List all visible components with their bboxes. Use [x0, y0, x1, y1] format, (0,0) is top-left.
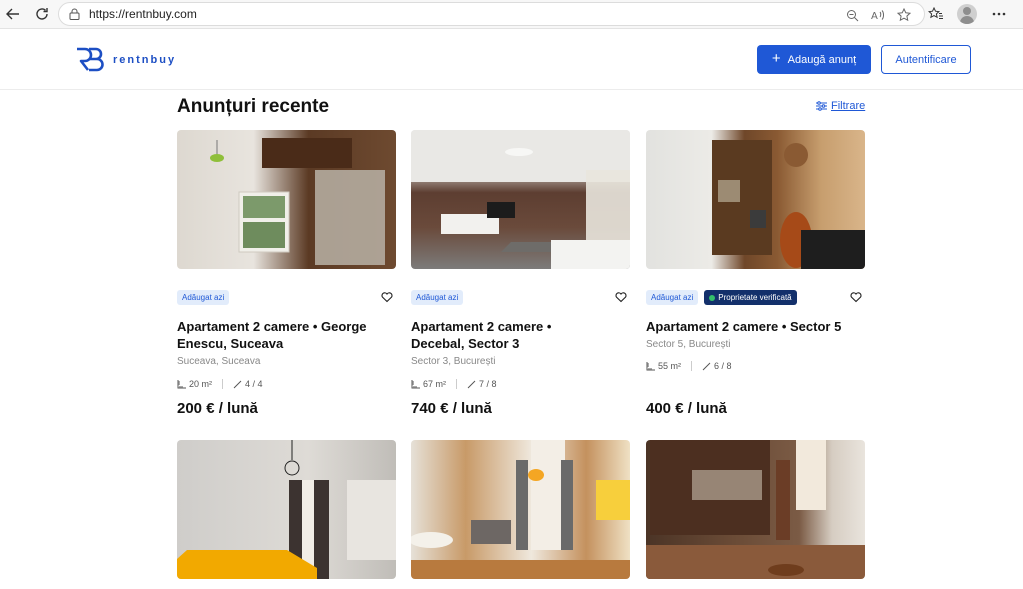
- browser-toolbar: https://rentnbuy.com A: [0, 0, 1023, 29]
- filter-link[interactable]: Filtrare: [816, 100, 865, 112]
- profile-avatar[interactable]: [957, 4, 977, 24]
- listing-location: Sector 3, București: [411, 356, 496, 367]
- listing-card[interactable]: [411, 440, 630, 579]
- favorite-heart-icon[interactable]: [615, 291, 627, 303]
- added-today-badge: Adăugat azi: [177, 290, 230, 305]
- listing-photo[interactable]: [646, 440, 865, 579]
- more-icon[interactable]: [989, 4, 1009, 24]
- favorite-heart-icon[interactable]: [850, 291, 862, 303]
- area-value: 67 m²: [423, 379, 447, 389]
- logo[interactable]: rentnbuy: [75, 47, 176, 72]
- verified-dot-icon: [709, 294, 716, 301]
- divider: [456, 379, 458, 389]
- logo-icon: [77, 47, 104, 72]
- read-aloud-icon[interactable]: A: [868, 6, 888, 24]
- listing-title[interactable]: Apartament 2 camere • George Enescu, Suc…: [177, 318, 396, 352]
- verified-label: Proprietate verificată: [718, 293, 792, 302]
- divider: [222, 379, 224, 389]
- login-label: Autentificare: [895, 53, 957, 66]
- zoom-icon[interactable]: [842, 6, 862, 24]
- listing-photo[interactable]: [646, 130, 865, 269]
- listing-card[interactable]: [646, 440, 865, 579]
- brand-name: rentnbuy: [113, 53, 177, 66]
- listing-card[interactable]: Adăugat azi Apartament 2 camere • George…: [177, 130, 396, 420]
- listing-photo[interactable]: [411, 130, 630, 269]
- added-today-badge: Adăugat azi: [411, 290, 464, 305]
- listing-location: Sector 5, București: [646, 339, 731, 350]
- listing-card[interactable]: [177, 440, 396, 579]
- plus-icon: +: [771, 50, 781, 67]
- area-icon: [177, 379, 186, 388]
- area-icon: [646, 361, 655, 370]
- listing-card[interactable]: Adăugat azi Apartament 2 camere • Deceba…: [411, 130, 630, 420]
- site-header: rentnbuy + Adaugă anunț Autentificare: [0, 29, 1023, 90]
- favorite-star-icon[interactable]: [894, 6, 914, 24]
- listing-title[interactable]: Apartament 2 camere • Sector 5: [646, 318, 865, 335]
- listing-price: 740 € / lună: [411, 400, 492, 417]
- floor-icon: [233, 380, 242, 388]
- back-icon[interactable]: [2, 3, 24, 25]
- listing-price: 400 € / lună: [646, 400, 727, 417]
- url-text: https://rentnbuy.com: [89, 7, 197, 21]
- listing-title[interactable]: Apartament 2 camere • Decebal, Sector 3: [411, 318, 561, 352]
- login-button[interactable]: Autentificare: [881, 45, 971, 74]
- favorite-heart-icon[interactable]: [381, 291, 393, 303]
- floor-value: 4 / 4: [245, 379, 263, 389]
- reload-icon[interactable]: [31, 3, 53, 25]
- divider: [691, 361, 693, 371]
- filter-icon: [816, 101, 827, 111]
- floor-value: 7 / 8: [479, 379, 497, 389]
- listing-photo[interactable]: [411, 440, 630, 579]
- add-listing-button[interactable]: + Adaugă anunț: [757, 45, 871, 74]
- verified-property-badge: Proprietate verificată: [704, 290, 797, 305]
- page-title: Anunțuri recente: [177, 96, 330, 117]
- favorites-icon[interactable]: [925, 4, 945, 24]
- svg-text:A: A: [871, 11, 878, 21]
- listing-location: Suceava, Suceava: [177, 356, 261, 367]
- address-bar[interactable]: https://rentnbuy.com A: [58, 2, 925, 26]
- floor-icon: [702, 362, 711, 370]
- added-today-badge: Adăugat azi: [646, 290, 699, 305]
- floor-icon: [467, 380, 476, 388]
- add-listing-label: Adaugă anunț: [787, 53, 857, 66]
- listing-card[interactable]: Adăugat azi Proprietate verificată Apart…: [646, 130, 865, 420]
- listing-photo[interactable]: [177, 440, 396, 579]
- filter-label: Filtrare: [831, 100, 866, 112]
- listing-price: 200 € / lună: [177, 400, 258, 417]
- lock-icon: [67, 7, 81, 21]
- listing-photo[interactable]: [177, 130, 396, 269]
- area-icon: [411, 379, 420, 388]
- area-value: 55 m²: [658, 361, 682, 371]
- area-value: 20 m²: [189, 379, 213, 389]
- floor-value: 6 / 8: [714, 361, 732, 371]
